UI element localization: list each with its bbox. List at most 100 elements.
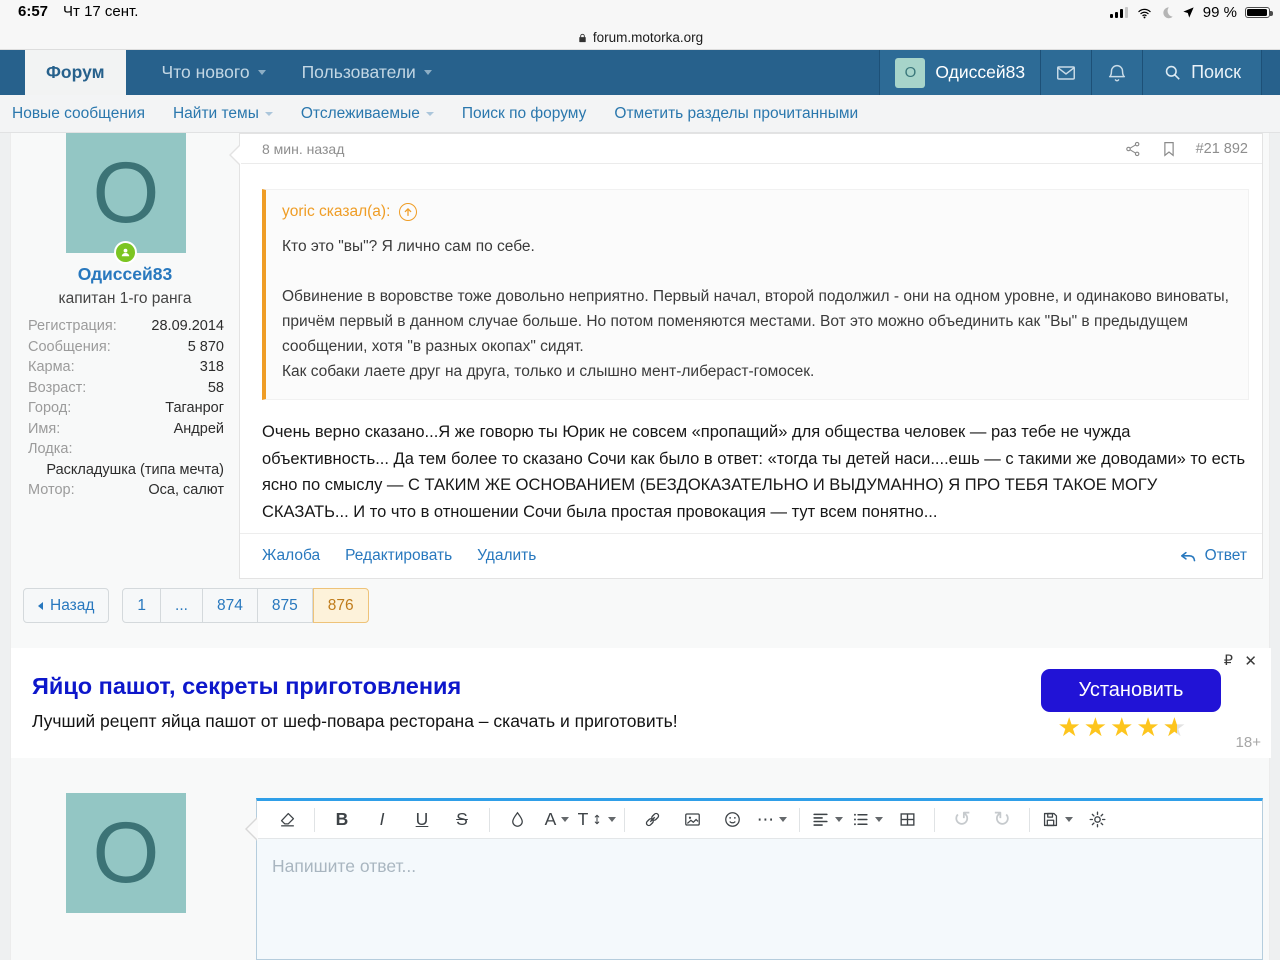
- report-link[interactable]: Жалоба: [262, 547, 320, 565]
- alignment-button[interactable]: [807, 805, 847, 835]
- text-color-button[interactable]: [497, 805, 537, 835]
- redo-button[interactable]: ↻: [982, 805, 1022, 835]
- insert-smiley-button[interactable]: [712, 805, 752, 835]
- quote-paragraph: Обвинение в воровстве тоже довольно непр…: [282, 284, 1232, 359]
- arrows-up-down-icon: [591, 812, 603, 827]
- pagination-page-874[interactable]: 874: [203, 588, 258, 623]
- edit-link[interactable]: Редактировать: [345, 547, 452, 565]
- remove-format-button[interactable]: [267, 805, 307, 835]
- author-rank: капитан 1-го ранга: [11, 290, 239, 308]
- profile-field: Лодка: Раскладушка (типа мечта): [28, 439, 224, 480]
- cellular-signal-icon: [1110, 7, 1128, 18]
- ad-currency-badge[interactable]: ₽: [1224, 653, 1233, 669]
- reply-text-input[interactable]: Напишите ответ...: [257, 839, 1262, 877]
- profile-field: Мотор: Оса, салют: [28, 480, 224, 501]
- account-menu[interactable]: О Одиссей83: [879, 50, 1040, 95]
- ad-banner: ₽ ✕ Яйцо пашот, секреты приготовления Лу…: [11, 648, 1271, 758]
- chevron-down-icon: [424, 70, 432, 75]
- main-navbar: Форум Что нового Пользователи О Одиссей8…: [0, 50, 1280, 95]
- font-family-button[interactable]: A: [537, 805, 577, 835]
- pagination: Назад 1 ... 874 875 876: [23, 588, 369, 623]
- undo-button[interactable]: ↺: [942, 805, 982, 835]
- editor-settings-button[interactable]: [1077, 805, 1117, 835]
- delete-link[interactable]: Удалить: [477, 547, 536, 565]
- quote-paragraph: Кто это "вы"? Я лично сам по себе.: [282, 234, 1232, 259]
- subnav-watched[interactable]: Отслеживаемые: [301, 105, 434, 123]
- tab-forum[interactable]: Форум: [25, 50, 126, 95]
- italic-button[interactable]: I: [362, 805, 402, 835]
- share-icon[interactable]: [1124, 140, 1142, 158]
- search-icon: [1163, 63, 1182, 82]
- font-size-button[interactable]: T: [577, 805, 617, 835]
- ad-install-button[interactable]: Установить: [1041, 669, 1221, 712]
- browser-url-bar[interactable]: forum.motorka.org: [0, 26, 1280, 50]
- author-avatar[interactable]: О: [66, 133, 186, 253]
- subnav-new-posts[interactable]: Новые сообщения: [12, 105, 145, 123]
- message-bubble-arrow: [229, 144, 240, 166]
- chevron-down-icon: [779, 817, 787, 822]
- online-status-icon: [114, 241, 137, 264]
- account-name: Одиссей83: [935, 62, 1025, 83]
- link-icon: [643, 810, 662, 829]
- ad-close-icon[interactable]: ✕: [1244, 652, 1257, 670]
- post-body-text: Очень верно сказано...Я же говорю ты Юри…: [262, 419, 1246, 525]
- ad-description[interactable]: Лучший рецепт яйца пашот от шеф-повара р…: [32, 711, 678, 732]
- quoted-message: yoric сказал(а): Кто это "вы"? Я лично с…: [262, 189, 1249, 400]
- smiley-icon: [723, 810, 742, 829]
- subnav-mark-read[interactable]: Отметить разделы прочитанными: [614, 105, 858, 123]
- do-not-disturb-moon-icon: [1161, 6, 1174, 19]
- bell-icon: [1106, 62, 1128, 84]
- post-timestamp-link[interactable]: 8 мин. назад: [262, 141, 344, 157]
- ad-title-link[interactable]: Яйцо пашот, секреты приготовления: [32, 673, 461, 700]
- avatar: О: [895, 58, 925, 88]
- insert-image-button[interactable]: [672, 805, 712, 835]
- author-username[interactable]: Одиссей83: [11, 264, 239, 285]
- reply-user-avatar[interactable]: О: [66, 793, 186, 913]
- pagination-back-button[interactable]: Назад: [23, 588, 109, 623]
- page-content: О Одиссей83 капитан 1-го ранга Регистрац…: [10, 133, 1270, 960]
- toolbar-separator: [489, 808, 490, 832]
- bookmark-icon[interactable]: [1160, 140, 1178, 158]
- pagination-page-current[interactable]: 876: [313, 588, 369, 623]
- wifi-icon: [1136, 6, 1153, 20]
- toolbar-separator: [799, 808, 800, 832]
- clock: 6:57: [18, 3, 48, 20]
- subnav-search-forum[interactable]: Поиск по форуму: [462, 105, 587, 123]
- tab-whats-new[interactable]: Что нового: [162, 50, 266, 95]
- toolbar-separator: [1029, 808, 1030, 832]
- list-button[interactable]: [847, 805, 887, 835]
- insert-link-button[interactable]: [632, 805, 672, 835]
- jump-to-quote-icon[interactable]: [399, 203, 417, 221]
- pagination-page-875[interactable]: 875: [258, 588, 313, 623]
- underline-button[interactable]: U: [402, 805, 442, 835]
- star-icon: ★: [1057, 712, 1083, 742]
- insert-table-button[interactable]: [887, 805, 927, 835]
- tab-users[interactable]: Пользователи: [302, 50, 432, 95]
- reply-link[interactable]: Ответ: [1178, 546, 1247, 566]
- quote-attribution-link[interactable]: yoric сказал(а):: [282, 203, 1232, 221]
- reply-editor: B I U S A T: [256, 798, 1263, 960]
- profile-field: Регистрация: 28.09.2014: [28, 316, 224, 337]
- chevron-down-icon: [875, 817, 883, 822]
- reply-arrow-icon: [1178, 546, 1198, 566]
- star-icon: ★: [1136, 712, 1162, 742]
- editor-bubble-arrow: [245, 817, 257, 841]
- profile-field: Имя: Андрей: [28, 419, 224, 440]
- bold-button[interactable]: B: [322, 805, 362, 835]
- more-options-button[interactable]: ⋯: [752, 805, 792, 835]
- eraser-icon: [278, 810, 297, 829]
- inbox-button[interactable]: [1040, 50, 1091, 95]
- pagination-ellipsis[interactable]: ...: [161, 588, 203, 623]
- post-message: 8 мин. назад #21 892 yoric сказал(а): Кт…: [239, 133, 1263, 579]
- drafts-button[interactable]: [1037, 805, 1077, 835]
- envelope-icon: [1055, 62, 1077, 84]
- strikethrough-button[interactable]: S: [442, 805, 482, 835]
- post-number-link[interactable]: #21 892: [1196, 141, 1248, 157]
- alerts-button[interactable]: [1091, 50, 1142, 95]
- pagination-page-1[interactable]: 1: [122, 588, 161, 623]
- subnav-find-threads[interactable]: Найти темы: [173, 105, 273, 123]
- profile-field: Возраст: 58: [28, 378, 224, 399]
- gear-icon: [1088, 810, 1107, 829]
- floppy-disk-icon: [1041, 810, 1060, 829]
- search-button[interactable]: Поиск: [1142, 50, 1262, 95]
